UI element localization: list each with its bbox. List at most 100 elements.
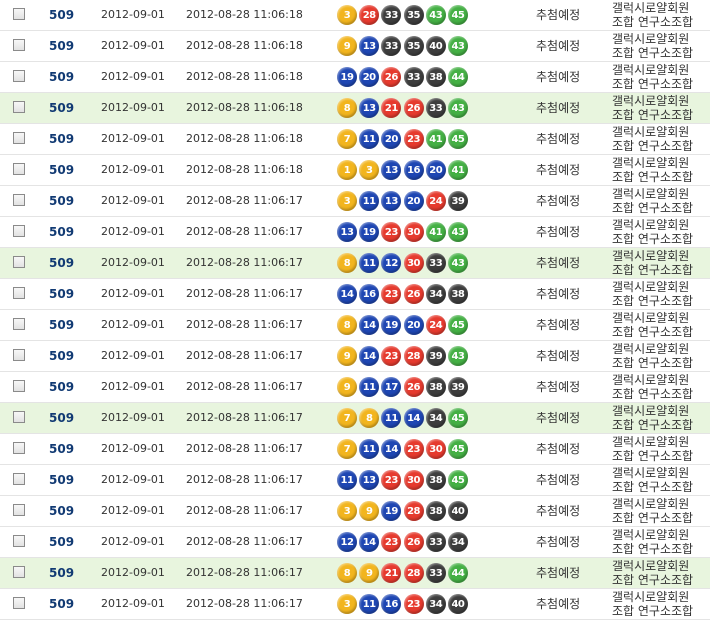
lotto-ball: 23 (381, 470, 402, 490)
lotto-ball: 34 (447, 532, 468, 552)
draw-date: 2012-09-01 (101, 349, 165, 362)
shop-name-line1: 갤럭시로얄회원 (612, 373, 690, 387)
lotto-ball: 3 (337, 191, 357, 211)
lotto-ball: 33 (381, 5, 402, 25)
lotto-ball: 8 (337, 315, 357, 335)
shop-name: 갤럭시로얄회원 조합 연구소조합 (612, 187, 708, 217)
lotto-ball: 9 (337, 377, 357, 397)
lotto-ball: 38 (425, 501, 446, 521)
shop-name-line2: 조합 연구소조합 (612, 542, 694, 556)
row-select-checkbox[interactable] (13, 194, 25, 206)
lotto-numbers: 8 14 19 20 24 45 (337, 310, 497, 340)
draw-status: 추첨예정 (536, 504, 581, 518)
lotto-ball: 23 (381, 222, 402, 242)
registration-time: 2012-08-28 11:06:17 (186, 256, 303, 269)
lotto-numbers: 3 11 13 20 24 39 (337, 186, 497, 216)
round-number: 509 (49, 473, 75, 487)
lotto-ball: 13 (359, 36, 380, 56)
draw-status: 추첨예정 (536, 225, 581, 239)
registration-time: 2012-08-28 11:06:17 (186, 318, 303, 331)
row-select-checkbox[interactable] (13, 349, 25, 361)
draw-status: 추첨예정 (536, 473, 581, 487)
row-select-checkbox[interactable] (13, 566, 25, 578)
round-number: 509 (49, 163, 75, 177)
lotto-ball: 20 (403, 191, 424, 211)
lotto-numbers: 13 19 23 30 41 43 (337, 217, 497, 247)
lotto-ball: 33 (425, 532, 446, 552)
shop-name: 갤럭시로얄회원 조합 연구소조합 (612, 435, 708, 465)
row-select-checkbox[interactable] (13, 597, 25, 609)
row-select-checkbox[interactable] (13, 8, 25, 20)
row-select-checkbox[interactable] (13, 380, 25, 392)
lotto-ball: 7 (337, 439, 357, 459)
lotto-ball: 19 (337, 67, 357, 87)
table-row: 509 2012-09-01 2012-08-28 11:06:17 9 14 23… (0, 341, 710, 372)
row-select-checkbox[interactable] (13, 101, 25, 113)
lotto-ball: 17 (381, 377, 402, 397)
lotto-ball: 40 (425, 36, 446, 56)
lotto-ball: 34 (425, 594, 446, 614)
lotto-ball: 13 (381, 160, 402, 180)
lotto-ball: 3 (359, 160, 380, 180)
row-select-checkbox[interactable] (13, 287, 25, 299)
row-select-checkbox[interactable] (13, 39, 25, 51)
row-select-checkbox[interactable] (13, 411, 25, 423)
shop-name-line1: 갤럭시로얄회원 (612, 218, 690, 232)
lotto-ball: 11 (337, 470, 357, 490)
row-select-checkbox[interactable] (13, 225, 25, 237)
shop-name-line2: 조합 연구소조합 (612, 449, 694, 463)
lotto-ball: 40 (447, 594, 468, 614)
shop-name-line1: 갤럭시로얄회원 (612, 590, 690, 604)
row-select-checkbox[interactable] (13, 318, 25, 330)
shop-name: 갤럭시로얄회원 조합 연구소조합 (612, 373, 708, 403)
lotto-ball: 33 (425, 98, 446, 118)
row-select-checkbox[interactable] (13, 442, 25, 454)
lotto-numbers: 14 16 23 26 34 38 (337, 279, 497, 309)
row-select-checkbox[interactable] (13, 163, 25, 175)
draw-date: 2012-09-01 (101, 318, 165, 331)
table-row: 509 2012-09-01 2012-08-28 11:06:17 9 11 17… (0, 372, 710, 403)
table-row: 509 2012-09-01 2012-08-28 11:06:18 7 11 20… (0, 124, 710, 155)
draw-status: 추첨예정 (536, 287, 581, 301)
lotto-ball: 11 (359, 594, 380, 614)
row-select-checkbox[interactable] (13, 132, 25, 144)
round-number: 509 (49, 194, 75, 208)
row-select-checkbox[interactable] (13, 504, 25, 516)
lotto-numbers: 7 8 11 14 34 45 (337, 403, 497, 433)
lotto-ball: 34 (425, 408, 446, 428)
row-select-checkbox[interactable] (13, 473, 25, 485)
registration-time: 2012-08-28 11:06:17 (186, 566, 303, 579)
draw-date: 2012-09-01 (101, 442, 165, 455)
lotto-ball: 33 (425, 563, 446, 583)
shop-name-line1: 갤럭시로얄회원 (612, 342, 690, 356)
lotto-ball: 13 (359, 98, 380, 118)
lotto-ball: 3 (337, 594, 357, 614)
round-number: 509 (49, 535, 75, 549)
lotto-ball: 8 (337, 98, 357, 118)
round-number: 509 (49, 287, 75, 301)
shop-name-line1: 갤럭시로얄회원 (612, 435, 690, 449)
round-number: 509 (49, 566, 75, 580)
row-select-checkbox[interactable] (13, 256, 25, 268)
lotto-numbers: 3 11 16 23 34 40 (337, 589, 497, 619)
lotto-ball: 14 (359, 315, 380, 335)
lotto-ball: 44 (447, 563, 468, 583)
lotto-ball: 3 (337, 5, 357, 25)
lotto-ball: 38 (425, 67, 446, 87)
row-select-checkbox[interactable] (13, 535, 25, 547)
lotto-ball: 20 (425, 160, 446, 180)
shop-name-line1: 갤럭시로얄회원 (612, 466, 690, 480)
lotto-ball: 14 (381, 439, 402, 459)
shop-name-line1: 갤럭시로얄회원 (612, 1, 690, 15)
registration-time: 2012-08-28 11:06:17 (186, 349, 303, 362)
draw-date: 2012-09-01 (101, 597, 165, 610)
lotto-ball: 43 (447, 253, 468, 273)
lotto-ball: 20 (381, 129, 402, 149)
lotto-ball: 9 (359, 501, 380, 521)
lotto-ball: 23 (381, 284, 402, 304)
lotto-ball: 7 (337, 408, 357, 428)
registration-time: 2012-08-28 11:06:17 (186, 442, 303, 455)
lotto-ball: 8 (359, 408, 380, 428)
registration-time: 2012-08-28 11:06:17 (186, 194, 303, 207)
row-select-checkbox[interactable] (13, 70, 25, 82)
